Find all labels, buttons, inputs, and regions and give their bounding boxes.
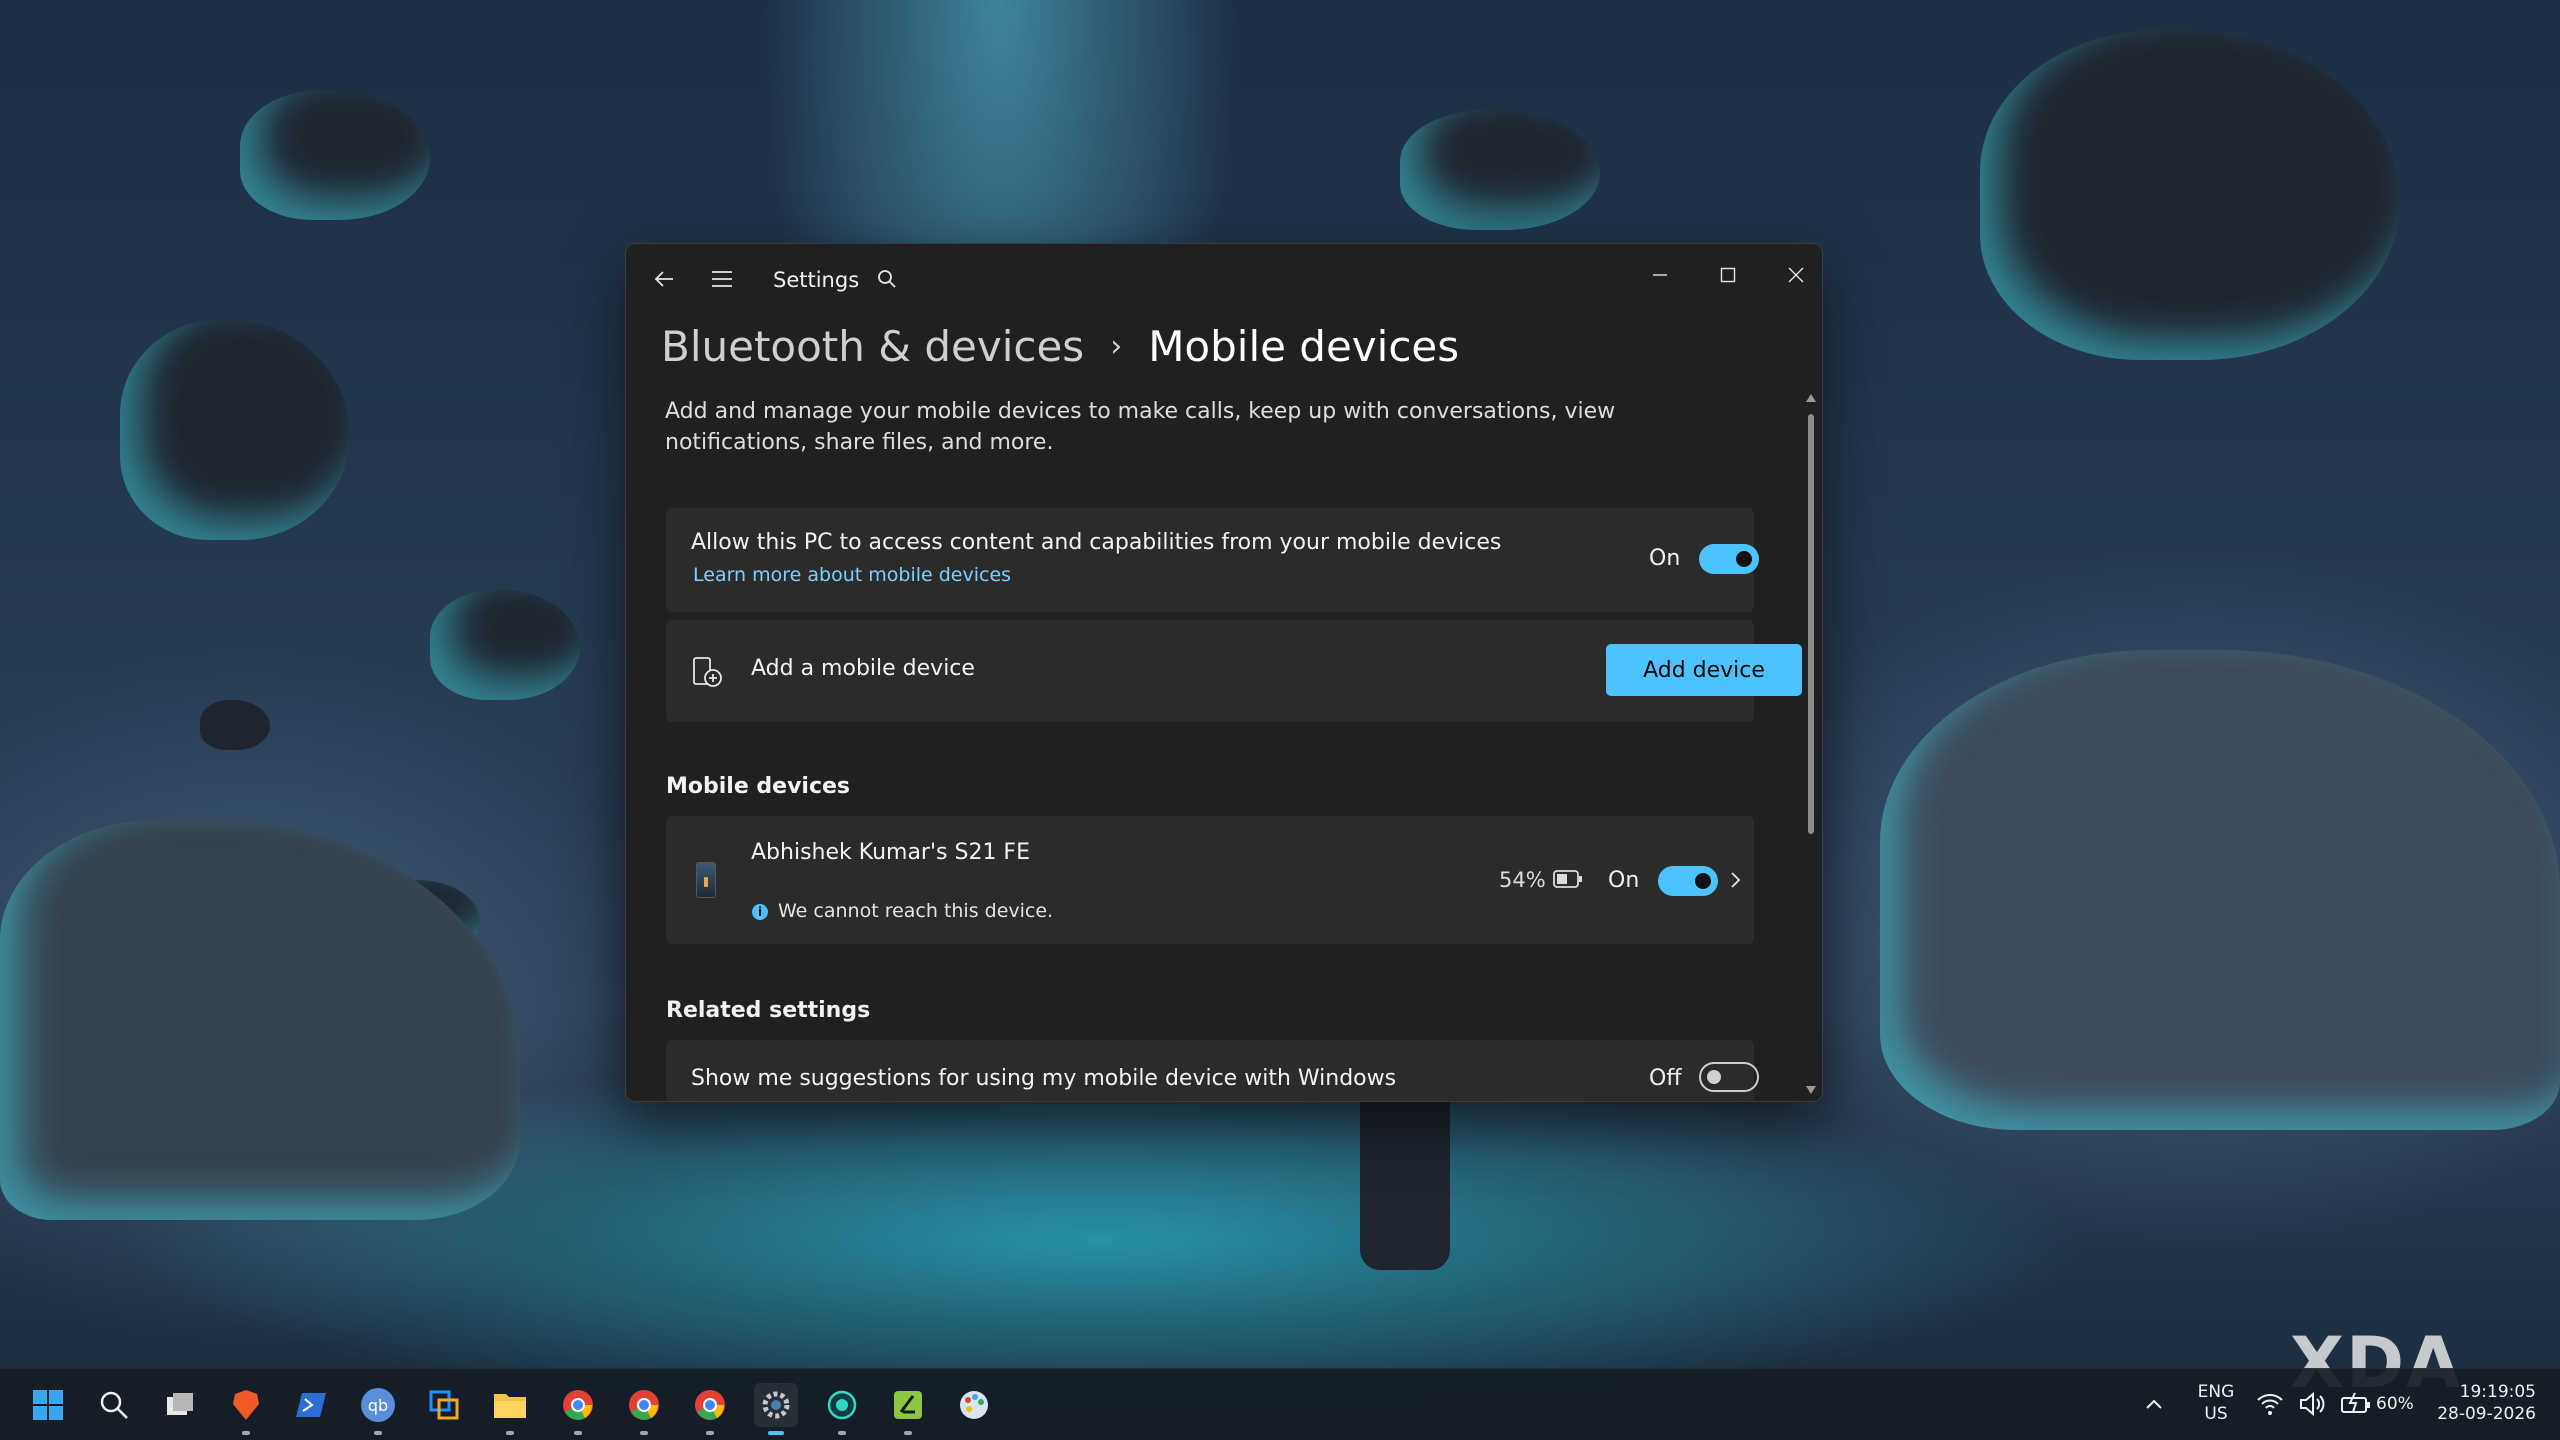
suggestions-state: Off: [1649, 1066, 1682, 1091]
device-status: We cannot reach this device.: [778, 900, 1054, 922]
windows-start-icon[interactable]: [26, 1383, 70, 1427]
app-circle-icon[interactable]: [820, 1383, 864, 1435]
paint-icon[interactable]: [952, 1383, 996, 1427]
allow-access-state: On: [1649, 546, 1681, 571]
back-arrow-icon[interactable]: [643, 258, 685, 300]
wifi-icon[interactable]: [2256, 1391, 2284, 1417]
related-settings-heading: Related settings: [666, 998, 871, 1023]
phone-thumbnail: [696, 862, 716, 898]
info-icon: i: [752, 904, 768, 920]
device-toggle[interactable]: [1658, 866, 1718, 896]
language-code: ENG: [2197, 1382, 2235, 1402]
settings-window: Settings Bluetooth & devices › Mobile de…: [625, 243, 1823, 1102]
allow-access-title: Allow this PC to access content and capa…: [691, 530, 1502, 555]
phone-add-icon: [691, 656, 723, 688]
page-description: Add and manage your mobile devices to ma…: [665, 399, 1616, 455]
learn-more-link[interactable]: Learn more about mobile devices: [693, 564, 1011, 586]
app-green-icon[interactable]: [886, 1383, 930, 1435]
hamburger-menu-icon[interactable]: [701, 258, 743, 300]
input-language[interactable]: ENG US: [2196, 1381, 2236, 1425]
date: 28-09-2026: [2437, 1404, 2536, 1424]
chrome-icon[interactable]: [556, 1383, 600, 1435]
brave-icon[interactable]: [224, 1383, 268, 1435]
title-bar: Settings: [626, 244, 1822, 314]
maximize-button[interactable]: [1694, 250, 1762, 300]
add-device-button[interactable]: Add device: [1606, 644, 1802, 696]
chrome-icon[interactable]: [688, 1383, 732, 1435]
chevron-up-icon[interactable]: [2142, 1393, 2166, 1417]
task-view-icon[interactable]: [158, 1383, 202, 1427]
file-explorer-icon[interactable]: [488, 1383, 532, 1435]
page-title: Mobile devices: [1148, 321, 1460, 371]
suggestions-title: Show me suggestions for using my mobile …: [691, 1066, 1397, 1091]
device-name: Abhishek Kumar's S21 FE: [751, 840, 1030, 865]
breadcrumb: Bluetooth & devices › Mobile devices: [661, 316, 1459, 376]
volume-icon[interactable]: [2298, 1391, 2326, 1417]
suggestions-toggle[interactable]: [1699, 1062, 1759, 1092]
app-title: Settings: [773, 268, 860, 292]
battery-charging-icon[interactable]: [2340, 1391, 2372, 1417]
scrollbar-thumb[interactable]: [1808, 414, 1814, 834]
breadcrumb-parent[interactable]: Bluetooth & devices: [661, 322, 1084, 371]
battery-icon: [1553, 868, 1583, 890]
device-battery-text: 54%: [1499, 868, 1546, 892]
virtualbox-icon[interactable]: [422, 1383, 466, 1427]
device-state: On: [1608, 868, 1640, 893]
close-button[interactable]: [1762, 250, 1822, 300]
minimize-button[interactable]: [1626, 250, 1694, 300]
search-icon[interactable]: [92, 1383, 136, 1427]
qbittorrent-icon[interactable]: qb: [356, 1383, 400, 1435]
search-icon[interactable]: [866, 258, 908, 300]
scroll-up-icon[interactable]: [1806, 394, 1816, 402]
add-device-card: Add a mobile device Add device: [666, 620, 1802, 722]
chevron-right-icon[interactable]: [1726, 868, 1746, 892]
settings-gear-icon[interactable]: [754, 1383, 798, 1435]
add-device-title: Add a mobile device: [751, 656, 975, 681]
battery-percent: 60%: [2376, 1394, 2414, 1414]
allow-access-toggle[interactable]: [1699, 544, 1759, 574]
scrollbar[interactable]: [1806, 394, 1816, 1094]
scroll-down-icon[interactable]: [1806, 1086, 1816, 1094]
suggestions-card: Show me suggestions for using my mobile …: [666, 1040, 1759, 1101]
clock[interactable]: 19:19:05 28-09-2026: [2436, 1381, 2536, 1425]
taskbar: qb ENG US 60% 19:19:05 28-09-2026: [0, 1368, 2560, 1440]
chevron-right-icon: ›: [1110, 328, 1123, 364]
device-card[interactable]: Abhishek Kumar's S21 FE i We cannot reac…: [666, 816, 1754, 944]
allow-access-card: Allow this PC to access content and capa…: [666, 508, 1759, 612]
powershell-icon[interactable]: [290, 1383, 334, 1427]
region-code: US: [2204, 1404, 2228, 1424]
chrome-icon[interactable]: [622, 1383, 666, 1435]
time: 19:19:05: [2459, 1382, 2536, 1402]
mobile-devices-heading: Mobile devices: [666, 774, 851, 799]
